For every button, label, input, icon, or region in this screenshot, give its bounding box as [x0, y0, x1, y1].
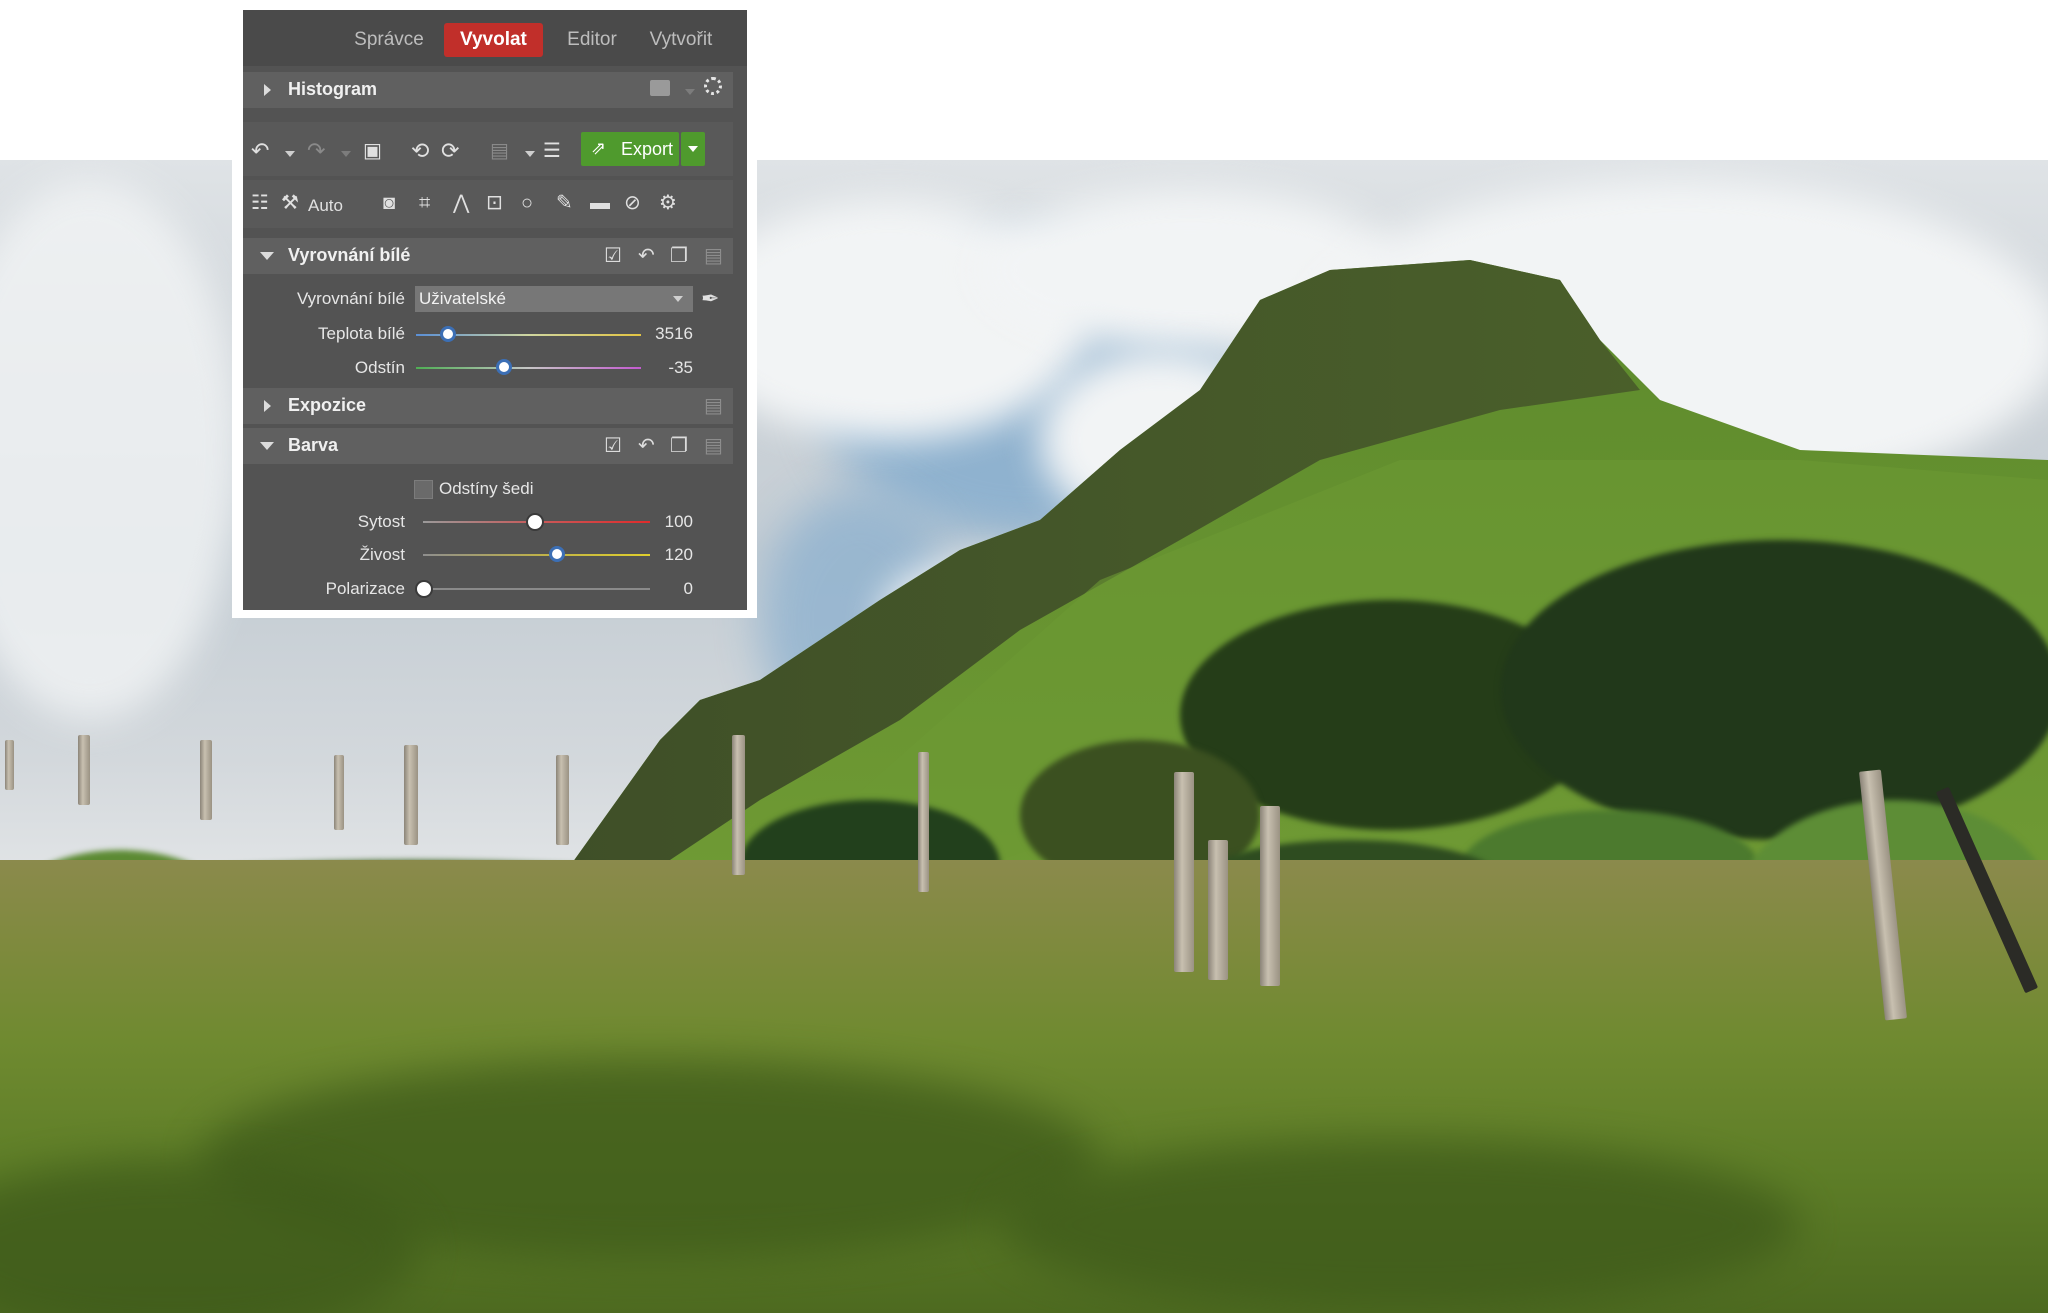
undo-icon[interactable]: ↶ — [251, 138, 269, 164]
develop-panel: Správce Vyvolat Editor Vytvořit Histogra… — [243, 10, 747, 610]
tools-toolbar: ☷ ⚒ Auto ◙ ⌗ ⋀ ⊡ ○ ✎ ▬ ⊘ ⚙ — [243, 180, 733, 228]
copy-icon[interactable]: ❐ — [670, 243, 688, 268]
chevron-down-icon — [688, 146, 698, 152]
grayscale-label: Odstíny šedi — [439, 479, 534, 498]
reset-icon[interactable]: ↶ — [638, 433, 655, 458]
text-frame-icon[interactable]: ⊡ — [486, 190, 503, 216]
settings-icon[interactable]: ⚙ — [659, 190, 677, 216]
polarization-label: Polarizace — [325, 579, 405, 598]
paste-icon: ▤ — [704, 435, 723, 457]
tab-manager[interactable]: Správce — [349, 23, 429, 57]
copy-icon[interactable]: ❐ — [670, 433, 688, 458]
histogram-header[interactable]: Histogram — [243, 72, 733, 108]
collapse-arrow-icon[interactable] — [260, 442, 274, 450]
polarization-value[interactable]: 0 — [633, 579, 693, 599]
polarization-slider-knob[interactable] — [415, 580, 433, 598]
vibrance-value[interactable]: 120 — [633, 545, 693, 565]
tab-editor[interactable]: Editor — [561, 23, 623, 57]
tab-develop[interactable]: Vyvolat — [444, 23, 543, 57]
white-balance-title: Vyrovnání bílé — [288, 245, 411, 265]
vibrance-slider-knob[interactable] — [548, 546, 565, 562]
chevron-down-icon[interactable] — [285, 151, 295, 157]
tint-value[interactable]: -35 — [633, 358, 693, 378]
brush-icon[interactable]: ✎ — [556, 190, 573, 216]
chevron-down-icon — [673, 296, 683, 302]
wb-mode-select[interactable]: Uživatelské — [415, 286, 693, 312]
crop-icon[interactable]: ⌗ — [419, 190, 430, 216]
histogram-title: Histogram — [288, 79, 378, 99]
wb-mode-label: Vyrovnání bílé — [296, 289, 405, 308]
sliders-icon[interactable]: ☷ — [251, 190, 269, 216]
enabled-check-icon[interactable]: ☑ — [604, 433, 622, 458]
temperature-label: Teplota bílé — [318, 324, 405, 343]
rotate-right-icon[interactable]: ⟳ — [441, 138, 459, 164]
export-icon: ⇗ — [591, 138, 607, 158]
paste-icon: ▤ — [704, 395, 723, 417]
temperature-value[interactable]: 3516 — [633, 324, 693, 344]
collapse-arrow-icon[interactable] — [260, 252, 274, 260]
image-icon[interactable]: ▣ — [363, 138, 382, 164]
vibrance-slider[interactable] — [423, 554, 650, 556]
export-label: Export — [621, 139, 674, 159]
tint-slider[interactable] — [416, 367, 641, 369]
grayscale-checkbox[interactable] — [414, 480, 433, 499]
gradient-icon[interactable]: ▬ — [590, 190, 610, 216]
rotate-left-icon[interactable]: ⟲ — [411, 138, 429, 164]
save-icon: ▤ — [490, 140, 509, 162]
color-header[interactable]: Barva ☑ ↶ ❐ ▤ — [243, 428, 733, 464]
sun-icon[interactable] — [704, 77, 722, 95]
exposure-header[interactable]: Expozice ▤ — [243, 388, 733, 424]
expand-arrow-icon[interactable] — [264, 400, 271, 412]
white-balance-header[interactable]: Vyrovnání bílé ☑ ↶ ❐ ▤ — [243, 238, 733, 274]
exposure-title: Expozice — [288, 395, 367, 415]
perspective-icon[interactable]: ⋀ — [453, 190, 469, 216]
healing-icon[interactable]: ⊘ — [624, 190, 641, 216]
auto-wand-icon[interactable]: ⚒ — [281, 190, 299, 216]
tint-slider-knob[interactable] — [495, 359, 512, 375]
vibrance-label: Živost — [359, 545, 405, 564]
wb-mode-value: Uživatelské — [419, 289, 506, 308]
saturation-slider-knob[interactable] — [526, 513, 545, 531]
expand-arrow-icon[interactable] — [264, 84, 271, 96]
tint-label: Odstín — [354, 358, 405, 377]
tab-create[interactable]: Vytvořit — [643, 23, 719, 57]
camera-icon[interactable]: ◙ — [383, 190, 395, 216]
polarization-slider[interactable] — [423, 588, 650, 590]
paste-icon: ▤ — [704, 245, 723, 267]
chevron-down-icon[interactable] — [525, 151, 535, 157]
export-dropdown-button[interactable] — [681, 132, 705, 166]
chevron-down-icon[interactable] — [685, 89, 695, 95]
enabled-check-icon[interactable]: ☑ — [604, 243, 622, 268]
module-tabs: Správce Vyvolat Editor Vytvořit — [243, 10, 747, 66]
auto-button[interactable]: Auto — [308, 193, 343, 219]
eyedropper-icon[interactable]: ✒ — [701, 286, 719, 312]
saturation-label: Sytost — [357, 512, 405, 531]
presets-icon[interactable]: ☰ — [543, 138, 561, 164]
circle-icon[interactable]: ○ — [521, 190, 533, 216]
saturation-value[interactable]: 100 — [633, 512, 693, 532]
color-title: Barva — [288, 435, 339, 455]
export-button[interactable]: ⇗ Export — [581, 132, 679, 166]
redo-icon: ↷ — [307, 138, 326, 163]
chevron-down-icon — [341, 151, 351, 157]
camera-icon[interactable] — [650, 80, 670, 96]
reset-icon[interactable]: ↶ — [638, 243, 655, 268]
temperature-slider-knob[interactable] — [439, 326, 456, 342]
